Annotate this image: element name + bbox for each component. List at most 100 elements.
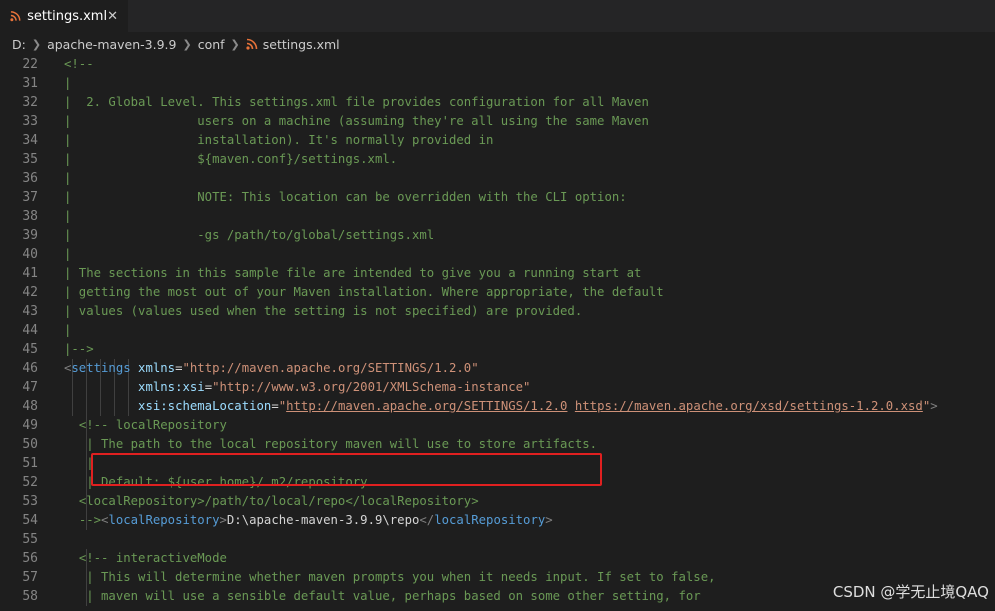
line-number: 34 xyxy=(22,133,38,148)
line-number: 55 xyxy=(22,532,38,547)
code-text: | -gs /path/to/global/settings.xml xyxy=(64,226,434,245)
close-icon[interactable]: ✕ xyxy=(107,9,118,24)
code-line[interactable]: 35 | ${maven.conf}/settings.xml. xyxy=(0,150,995,169)
code-line[interactable]: 54 --><localRepository>D:\apache-maven-3… xyxy=(0,511,995,530)
tab-label: settings.xml xyxy=(27,8,108,24)
code-line[interactable]: 33 | users on a machine (assuming they're… xyxy=(0,112,995,131)
code-line[interactable]: 46 <settings xmlns="http://maven.apache.o… xyxy=(0,359,995,378)
code-token: | users on a machine (assuming they're a… xyxy=(64,114,649,128)
code-token: | xyxy=(64,76,72,90)
chevron-right-icon: ❯ xyxy=(182,37,192,51)
code-token: | xyxy=(78,456,94,470)
code-token: | xyxy=(64,247,72,261)
code-token: | ${maven.conf}/settings.xml. xyxy=(64,152,398,166)
code-text: | xyxy=(64,454,94,473)
code-token: settings xyxy=(71,361,131,375)
line-number: 36 xyxy=(22,171,38,186)
code-line[interactable]: 41 | The sections in this sample file are… xyxy=(0,264,995,283)
line-number: 48 xyxy=(22,399,38,414)
code-token: | installation). It's normally provided … xyxy=(64,133,494,147)
code-token: | This will determine whether maven prom… xyxy=(78,570,716,584)
code-text: | The sections in this sample file are i… xyxy=(64,264,641,283)
code-text: | Default: ${user.home}/.m2/repository xyxy=(64,473,367,492)
code-text: <settings xmlns="http://maven.apache.org… xyxy=(64,359,479,378)
code-line[interactable]: 38 | xyxy=(0,207,995,226)
code-text: | xyxy=(64,169,71,188)
line-number: 53 xyxy=(22,494,38,509)
code-token: | The sections in this sample file are i… xyxy=(64,266,642,280)
breadcrumb-drive[interactable]: D: xyxy=(12,37,26,52)
line-number: 44 xyxy=(22,323,38,338)
line-number: 22 xyxy=(22,57,38,72)
breadcrumb-file[interactable]: settings.xml xyxy=(263,37,340,52)
code-text: | The path to the local repository maven… xyxy=(64,435,597,454)
code-line[interactable]: 36 | xyxy=(0,169,995,188)
code-text: | maven will use a sensible default valu… xyxy=(64,587,701,606)
code-text: <!-- interactiveMode xyxy=(64,549,227,568)
code-line[interactable]: 39 | -gs /path/to/global/settings.xml xyxy=(0,226,995,245)
code-text: | users on a machine (assuming they're a… xyxy=(64,112,649,131)
code-token: | xyxy=(64,209,72,223)
code-token: = xyxy=(271,399,279,413)
code-line[interactable]: 43 | values (values used when the setting… xyxy=(0,302,995,321)
code-token: localRepository xyxy=(108,513,220,527)
code-token: http://maven.apache.org/SETTINGS/1.2.0 xyxy=(286,399,568,413)
code-line[interactable]: 31 | xyxy=(0,74,995,93)
code-line[interactable]: 49 <!-- localRepository xyxy=(0,416,995,435)
line-number: 45 xyxy=(22,342,38,357)
line-number: 43 xyxy=(22,304,38,319)
code-line[interactable]: 42 | getting the most out of your Maven i… xyxy=(0,283,995,302)
code-line[interactable]: 34 | installation). It's normally provide… xyxy=(0,131,995,150)
code-text: | xyxy=(64,245,71,264)
code-line[interactable]: 37 | NOTE: This location can be overridde… xyxy=(0,188,995,207)
code-token: " xyxy=(278,399,287,413)
code-line[interactable]: 55 xyxy=(0,530,995,549)
code-token: > xyxy=(219,513,227,527)
code-text: <!-- localRepository xyxy=(64,416,227,435)
line-number: 35 xyxy=(22,152,38,167)
code-token: | The path to the local repository maven… xyxy=(78,437,598,451)
line-number: 33 xyxy=(22,114,38,129)
rss-icon xyxy=(10,11,21,22)
code-line[interactable]: 48 xsi:schemaLocation="http://maven.apac… xyxy=(0,397,995,416)
code-token: | xyxy=(64,171,72,185)
code-line[interactable]: 47 xmlns:xsi="http://www.w3.org/2001/XML… xyxy=(0,378,995,397)
line-number: 51 xyxy=(22,456,38,471)
watermark: CSDN @学无止境QAQ xyxy=(832,583,989,601)
breadcrumb-maven-folder[interactable]: apache-maven-3.9.9 xyxy=(47,37,176,52)
code-line[interactable]: 44 | xyxy=(0,321,995,340)
code-token: = xyxy=(204,380,213,394)
line-number: 41 xyxy=(22,266,38,281)
tab-settings-xml[interactable]: settings.xml ✕ xyxy=(0,0,128,32)
breadcrumb-conf-folder[interactable]: conf xyxy=(198,37,225,52)
line-number: 46 xyxy=(22,361,38,376)
code-line[interactable]: 50 | The path to the local repository ma… xyxy=(0,435,995,454)
line-number: 56 xyxy=(22,551,38,566)
code-text: | xyxy=(64,321,71,340)
line-number: 40 xyxy=(22,247,38,262)
code-line[interactable]: 53 <localRepository>/path/to/local/repo<… xyxy=(0,492,995,511)
code-line[interactable]: 22 <!-- xyxy=(0,55,995,74)
code-editor[interactable]: 22 <!-- 31 | 32 | 2. Global Level. This setti… xyxy=(0,55,995,611)
code-token: <!-- localRepository xyxy=(78,418,227,432)
code-line[interactable]: 45 |--> xyxy=(0,340,995,359)
line-number: 47 xyxy=(22,380,38,395)
code-token: > xyxy=(930,399,938,413)
line-number: 37 xyxy=(22,190,38,205)
code-line[interactable]: 32 | 2. Global Level. This settings.xml f… xyxy=(0,93,995,112)
code-line[interactable]: 56 <!-- interactiveMode xyxy=(0,549,995,568)
code-line[interactable]: 51 | xyxy=(0,454,995,473)
code-text: | NOTE: This location can be overridden … xyxy=(64,188,627,207)
code-text: | xyxy=(64,74,71,93)
code-line[interactable]: 40 | xyxy=(0,245,995,264)
code-line[interactable]: 52 | Default: ${user.home}/.m2/repositor… xyxy=(0,473,995,492)
code-token: |--> xyxy=(64,342,94,356)
